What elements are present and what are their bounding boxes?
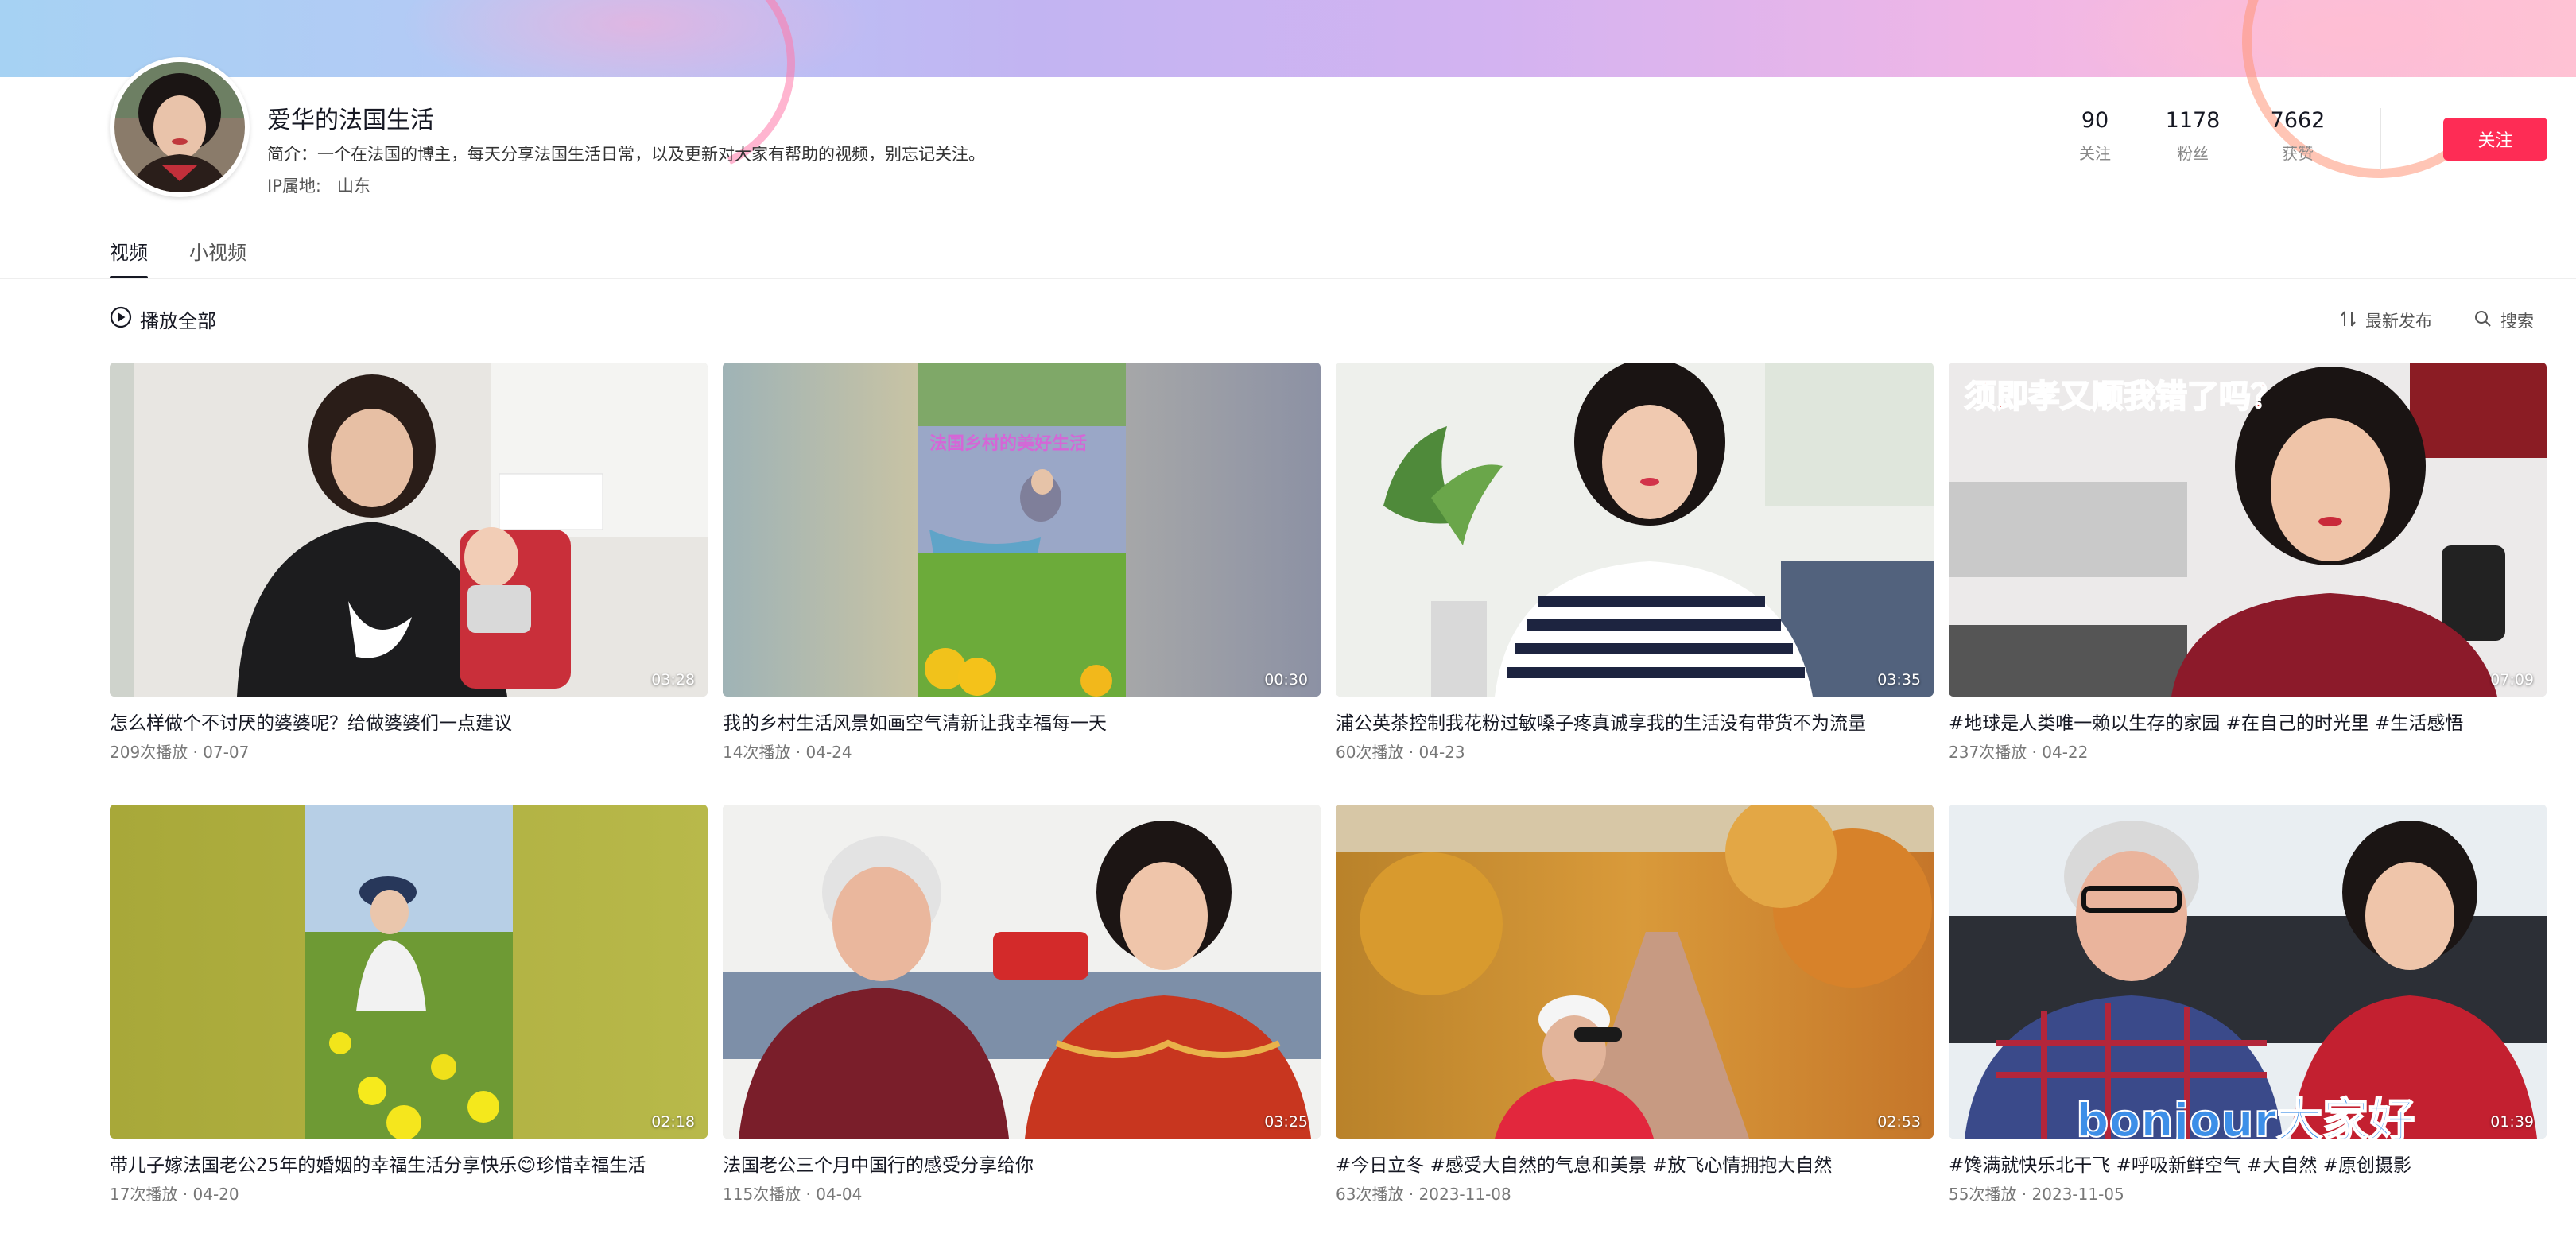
video-duration: 02:53 xyxy=(1877,1113,1921,1131)
sort-latest-button[interactable]: 最新发布 xyxy=(2340,308,2432,332)
video-duration: 03:35 xyxy=(1877,671,1921,689)
search-button[interactable]: 搜索 xyxy=(2473,308,2534,332)
video-duration: 00:30 xyxy=(1264,671,1308,689)
video-title[interactable]: 浦公英茶控制我花粉过敏嗓子疼真诚享我的生活没有带货不为流量 xyxy=(1336,708,1934,735)
sort-icon xyxy=(2340,309,2357,332)
video-thumbnail[interactable]: 02:53 xyxy=(1336,805,1934,1139)
follow-button[interactable]: 关注 xyxy=(2443,118,2547,161)
video-card[interactable]: 02:53 #今日立冬 #感受大自然的气息和美景 #放飞心情拥抱大自然 63次播… xyxy=(1336,805,1934,1205)
tab-videos[interactable]: 视频 xyxy=(110,237,148,279)
play-circle-icon xyxy=(110,306,132,333)
tabs-divider xyxy=(0,278,2576,279)
stat-followers-value: 1178 xyxy=(2165,108,2221,133)
profile-name: 爱华的法国生活 xyxy=(267,107,434,134)
ip-label: IP属地: xyxy=(267,177,321,196)
stat-likes-label: 获赞 xyxy=(2282,144,2314,163)
video-card[interactable]: 02:18 带儿子嫁法国老公25年的婚姻的幸福生活分享快乐😊珍惜幸福生活 17次… xyxy=(110,805,708,1205)
video-card[interactable]: 法国乡村的美好生活 00:30 我的乡村生活风景如画空气清新让我幸福每一天 14… xyxy=(723,363,1321,763)
video-overlay-text: 法国乡村的美好生活 xyxy=(929,434,1088,454)
video-title[interactable]: #地球是人类唯一赖以生存的家园 #在自己的时光里 #生活感悟 xyxy=(1949,708,2547,735)
profile-ip: IP属地: 山东 xyxy=(267,173,370,197)
video-thumbnail[interactable]: 03:28 xyxy=(110,363,708,697)
video-card[interactable]: bonjour大家好 01:39 #馋满就快乐北干飞 #呼吸新鲜空气 #大自然 … xyxy=(1949,805,2547,1205)
video-title[interactable]: #今日立冬 #感受大自然的气息和美景 #放飞心情拥抱大自然 xyxy=(1336,1150,1934,1177)
tab-short-videos[interactable]: 小视频 xyxy=(189,237,246,279)
stat-following-value: 90 xyxy=(2081,108,2109,133)
video-title[interactable]: 怎么样做个不讨厌的婆婆呢？给做婆婆们一点建议 xyxy=(110,708,708,735)
stats-divider xyxy=(2380,108,2381,170)
video-card[interactable]: 03:35 浦公英茶控制我花粉过敏嗓子疼真诚享我的生活没有带货不为流量 60次播… xyxy=(1336,363,1934,763)
video-title[interactable]: 法国老公三个月中国行的感受分享给你 xyxy=(723,1150,1321,1177)
video-card[interactable]: 03:25 法国老公三个月中国行的感受分享给你 115次播放 · 04-04 xyxy=(723,805,1321,1205)
video-meta: 237次播放 · 04-22 xyxy=(1949,743,2089,762)
stat-likes-value: 7662 xyxy=(2270,108,2326,133)
stat-following-label: 关注 xyxy=(2079,144,2111,163)
stat-followers[interactable]: 1178 粉丝 xyxy=(2145,108,2240,164)
video-thumbnail[interactable]: 02:18 xyxy=(110,805,708,1139)
video-duration: 07:09 xyxy=(2490,671,2534,689)
stat-following[interactable]: 90 关注 xyxy=(2047,108,2143,164)
video-meta: 209次播放 · 07-07 xyxy=(110,743,250,762)
video-title[interactable]: 带儿子嫁法国老公25年的婚姻的幸福生活分享快乐😊珍惜幸福生活 xyxy=(110,1150,708,1177)
video-meta: 115次播放 · 04-04 xyxy=(723,1185,863,1204)
video-duration: 03:28 xyxy=(651,671,695,689)
play-all-label: 播放全部 xyxy=(140,310,216,332)
video-duration: 01:39 xyxy=(2490,1113,2534,1131)
video-meta: 60次播放 · 04-23 xyxy=(1336,743,1465,762)
video-meta: 55次播放 · 2023-11-05 xyxy=(1949,1185,2124,1204)
video-card[interactable]: 须即孝又顺我错了吗？ 07:09 #地球是人类唯一赖以生存的家园 #在自己的时光… xyxy=(1949,363,2547,763)
profile-intro: 简介：一个在法国的博主，每天分享法国生活日常，以及更新对大家有帮助的视频，别忘记… xyxy=(267,145,985,164)
avatar[interactable] xyxy=(110,57,250,197)
video-title[interactable]: 我的乡村生活风景如画空气清新让我幸福每一天 xyxy=(723,708,1321,735)
video-overlay-text: 须即孝又顺我错了吗？ xyxy=(1964,378,2283,416)
search-label: 搜索 xyxy=(2500,312,2534,331)
stat-likes[interactable]: 7662 获赞 xyxy=(2250,108,2345,164)
video-duration: 03:25 xyxy=(1264,1113,1308,1131)
profile-banner xyxy=(0,0,2576,207)
stat-followers-label: 粉丝 xyxy=(2177,144,2209,163)
play-all-button[interactable]: 播放全部 xyxy=(110,305,216,333)
video-thumbnail[interactable]: 03:25 xyxy=(723,805,1321,1139)
video-thumbnail[interactable]: bonjour大家好 01:39 xyxy=(1949,805,2547,1139)
video-meta: 17次播放 · 04-20 xyxy=(110,1185,239,1204)
search-icon xyxy=(2473,309,2493,332)
video-duration: 02:18 xyxy=(651,1113,695,1131)
video-title[interactable]: #馋满就快乐北干飞 #呼吸新鲜空气 #大自然 #原创摄影 xyxy=(1949,1150,2547,1177)
video-thumbnail[interactable]: 法国乡村的美好生活 00:30 xyxy=(723,363,1321,697)
ip-value: 山东 xyxy=(336,177,370,196)
video-overlay-text: bonjour大家好 xyxy=(2075,1092,2415,1139)
video-meta: 14次播放 · 04-24 xyxy=(723,743,852,762)
video-card[interactable]: 03:28 怎么样做个不讨厌的婆婆呢？给做婆婆们一点建议 209次播放 · 07… xyxy=(110,363,708,763)
video-thumbnail[interactable]: 03:35 xyxy=(1336,363,1934,697)
video-thumbnail[interactable]: 须即孝又顺我错了吗？ 07:09 xyxy=(1949,363,2547,697)
sort-label: 最新发布 xyxy=(2365,312,2432,331)
video-meta: 63次播放 · 2023-11-08 xyxy=(1336,1185,1511,1204)
